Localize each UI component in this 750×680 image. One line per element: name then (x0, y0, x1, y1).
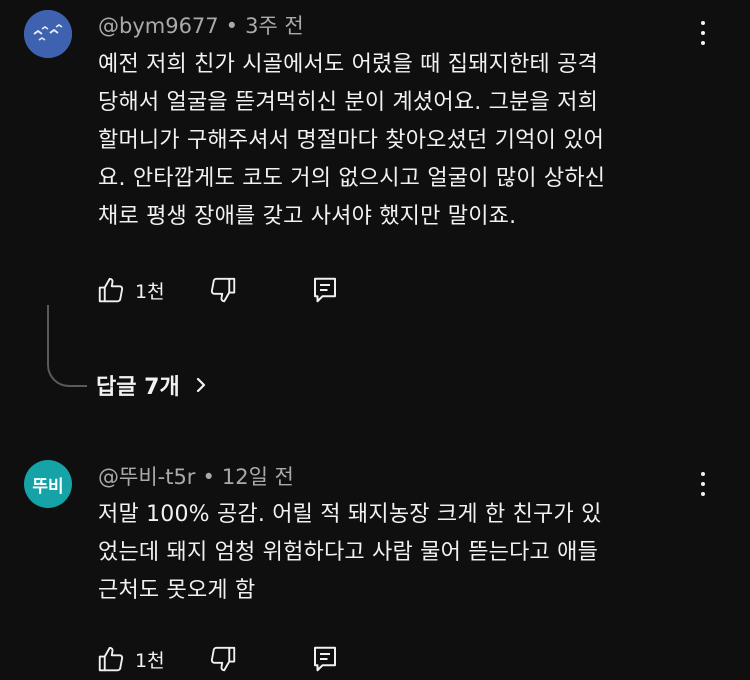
thumbs-up-icon (98, 646, 124, 672)
author-handle[interactable]: @뚜비-t5r (98, 465, 195, 489)
comment-meta: @bym9677 • 3주 전 (98, 10, 304, 40)
comment-text: 저말 100% 공감. 어릴 적 돼지농장 크게 한 친구가 있 었는데 돼지 … (98, 502, 602, 603)
comment-reply-icon (314, 646, 336, 672)
separator-dot: • (202, 465, 215, 489)
chevron-right-icon (196, 377, 205, 393)
like-button[interactable]: 1천 (96, 644, 165, 674)
view-replies-button[interactable]: 답글 7개 (96, 369, 208, 401)
like-count: 1천 (135, 280, 165, 303)
thread-connector (47, 305, 87, 387)
dislike-button[interactable] (208, 275, 238, 305)
comment-reply-icon (314, 277, 336, 303)
dislike-button[interactable] (208, 644, 238, 674)
more-actions-icon[interactable] (694, 18, 712, 48)
timestamp[interactable]: 3주 전 (245, 14, 304, 38)
author-handle[interactable]: @bym9677 (98, 14, 219, 38)
comment-actions: 1천 (96, 644, 356, 678)
replies-count: 답글 7개 (96, 375, 180, 400)
avatar[interactable] (24, 10, 72, 58)
reply-button[interactable] (310, 644, 340, 674)
reply-button[interactable] (310, 275, 340, 305)
avatar[interactable]: 뚜비 (24, 460, 72, 508)
more-actions-icon[interactable] (694, 469, 712, 499)
thumbs-down-icon (210, 277, 236, 303)
like-button[interactable]: 1천 (96, 275, 165, 305)
avatar-initials: 뚜비 (32, 476, 64, 497)
comment-meta: @뚜비-t5r • 12일 전 (98, 461, 294, 491)
like-count: 1천 (135, 649, 165, 672)
comment-actions: 1천 (96, 275, 356, 309)
comment-text: 예전 저희 친가 시골에서도 어렸을 때 집돼지한테 공격 당해서 얼굴을 뜯겨… (98, 52, 606, 229)
separator-dot: • (225, 14, 239, 38)
timestamp[interactable]: 12일 전 (222, 465, 294, 489)
birds-icon (24, 10, 72, 58)
thumbs-up-icon (98, 277, 124, 303)
thumbs-down-icon (210, 646, 236, 672)
